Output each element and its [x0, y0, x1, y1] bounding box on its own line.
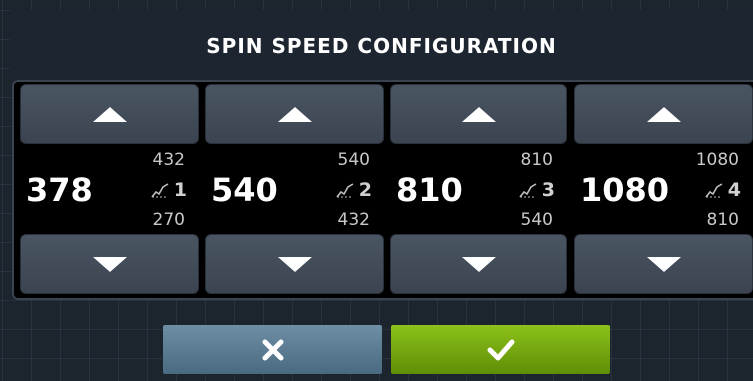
speed-value-4: 1080: [580, 171, 670, 209]
speed-slot-3: 810 810 3 540: [390, 82, 567, 298]
mode-indicator-4: 4: [704, 179, 741, 201]
speed-slot-2: 540 540 2 432: [205, 82, 384, 298]
speed-display-3: 810 810 3 540: [390, 146, 567, 232]
min-speed-1: 270: [152, 210, 185, 230]
decrease-speed-2-button[interactable]: [205, 234, 384, 294]
cancel-button[interactable]: [163, 325, 382, 374]
spin-curve-icon: [151, 183, 169, 198]
speed-value-2: 540: [211, 171, 278, 209]
max-speed-2: 540: [337, 150, 370, 170]
slot-number-3: 3: [541, 179, 555, 201]
checkmark-icon: [487, 339, 514, 360]
max-speed-1: 432: [152, 150, 185, 170]
speed-display-1: 432 378 1 270: [20, 146, 199, 232]
increase-speed-4-button[interactable]: [574, 84, 753, 144]
triangle-up-icon: [646, 106, 681, 122]
min-speed-4: 810: [706, 210, 739, 230]
triangle-up-icon: [277, 106, 312, 122]
speed-slot-1: 432 378 1 270: [20, 82, 199, 298]
page-title: SPIN SPEED CONFIGURATION: [206, 34, 557, 58]
triangle-down-icon: [461, 256, 496, 272]
speed-slots-panel: 432 378 1 270 540 540 2 432 810 810 3 54…: [12, 80, 753, 300]
triangle-down-icon: [92, 256, 127, 272]
speed-value-3: 810: [396, 171, 463, 209]
speed-display-2: 540 540 2 432: [205, 146, 384, 232]
triangle-down-icon: [646, 256, 681, 272]
min-speed-3: 540: [520, 210, 553, 230]
triangle-down-icon: [277, 256, 312, 272]
min-speed-2: 432: [337, 210, 370, 230]
header-bar: SPIN SPEED CONFIGURATION: [10, 10, 753, 80]
speed-value-1: 378: [26, 171, 93, 209]
speed-display-4: 1080 1080 4 810: [574, 146, 753, 232]
decrease-speed-4-button[interactable]: [574, 234, 753, 294]
speed-slot-4: 1080 1080 4 810: [574, 82, 753, 298]
spin-curve-icon: [519, 183, 537, 198]
mode-indicator-3: 3: [518, 179, 555, 201]
close-icon: [262, 339, 283, 360]
confirm-button[interactable]: [391, 325, 610, 374]
increase-speed-3-button[interactable]: [390, 84, 567, 144]
mode-indicator-1: 1: [150, 179, 187, 201]
increase-speed-1-button[interactable]: [20, 84, 199, 144]
slot-number-2: 2: [358, 179, 372, 201]
slot-number-1: 1: [173, 179, 187, 201]
decrease-speed-3-button[interactable]: [390, 234, 567, 294]
slot-number-4: 4: [727, 179, 741, 201]
spin-curve-icon: [336, 183, 354, 198]
triangle-up-icon: [92, 106, 127, 122]
increase-speed-2-button[interactable]: [205, 84, 384, 144]
mode-indicator-2: 2: [335, 179, 372, 201]
spin-curve-icon: [705, 183, 723, 198]
decrease-speed-1-button[interactable]: [20, 234, 199, 294]
max-speed-3: 810: [520, 150, 553, 170]
max-speed-4: 1080: [695, 150, 739, 170]
triangle-up-icon: [461, 106, 496, 122]
